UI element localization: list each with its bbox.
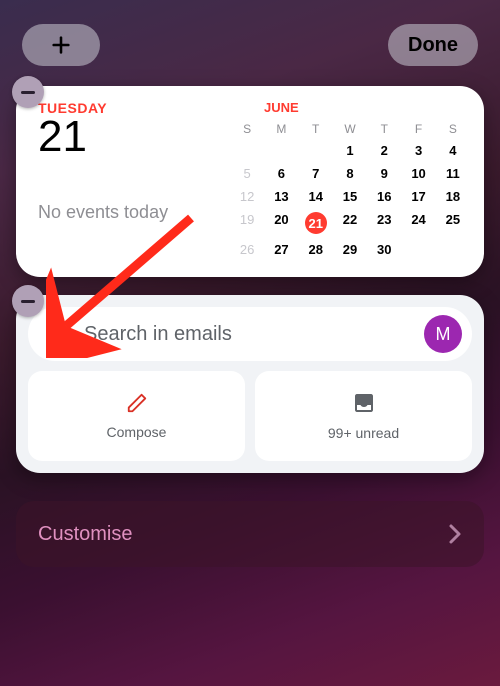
calendar-events-text: No events today [38, 202, 218, 223]
gmail-unread-tile[interactable]: 99+ unread [255, 371, 472, 461]
pencil-icon [126, 392, 148, 414]
calendar-day-cell: 6 [264, 162, 298, 185]
calendar-day-cell: 8 [333, 162, 367, 185]
calendar-weekday-head: S [436, 119, 470, 139]
calendar-day-cell: 7 [299, 162, 333, 185]
calendar-day-cell [401, 238, 435, 261]
calendar-month-label: JUNE [230, 100, 470, 115]
calendar-day-cell: 4 [436, 139, 470, 162]
calendar-day-cell: 20 [264, 208, 298, 238]
compose-label: Compose [107, 424, 167, 440]
calendar-day-cell: 27 [264, 238, 298, 261]
remove-calendar-widget-button[interactable] [12, 76, 44, 108]
calendar-day-cell: 21 [299, 208, 333, 238]
calendar-widget[interactable]: TUESDAY 21 No events today JUNE SMTWTFS1… [16, 86, 484, 277]
calendar-day-cell: 1 [333, 139, 367, 162]
calendar-day-number: 21 [38, 112, 218, 162]
add-widget-button[interactable] [22, 24, 100, 66]
calendar-month-grid: SMTWTFS123456789101112131415161718192021… [230, 119, 470, 261]
calendar-day-cell: 9 [367, 162, 401, 185]
calendar-day-cell: 5 [230, 162, 264, 185]
remove-gmail-widget-button[interactable] [12, 285, 44, 317]
gmail-widget[interactable]: Search in emails M Compose 99+ unread [16, 295, 484, 473]
calendar-day-cell: 30 [367, 238, 401, 261]
calendar-day-cell [264, 139, 298, 162]
gmail-logo-icon [44, 323, 72, 345]
inbox-icon [352, 391, 376, 415]
calendar-day-cell: 3 [401, 139, 435, 162]
calendar-weekday-head: T [367, 119, 401, 139]
customise-button[interactable]: Customise [16, 501, 484, 567]
calendar-weekday-head: M [264, 119, 298, 139]
account-avatar[interactable]: M [424, 315, 462, 353]
gmail-compose-tile[interactable]: Compose [28, 371, 245, 461]
customise-label: Customise [38, 523, 132, 546]
calendar-weekday-head: W [333, 119, 367, 139]
calendar-weekday-head: F [401, 119, 435, 139]
calendar-day-cell [436, 238, 470, 261]
calendar-day-cell: 29 [333, 238, 367, 261]
gmail-search-bar[interactable]: Search in emails M [28, 307, 472, 361]
calendar-weekday-head: T [299, 119, 333, 139]
calendar-day-cell: 16 [367, 185, 401, 208]
calendar-weekday-head: S [230, 119, 264, 139]
done-button[interactable]: Done [388, 24, 478, 66]
calendar-day-cell: 18 [436, 185, 470, 208]
calendar-day-cell: 23 [367, 208, 401, 238]
calendar-day-cell [299, 139, 333, 162]
calendar-day-cell: 24 [401, 208, 435, 238]
plus-icon [50, 34, 72, 56]
calendar-day-cell: 13 [264, 185, 298, 208]
calendar-day-cell [230, 139, 264, 162]
calendar-day-cell: 12 [230, 185, 264, 208]
calendar-day-cell: 19 [230, 208, 264, 238]
chevron-right-icon [448, 523, 462, 545]
calendar-day-cell: 22 [333, 208, 367, 238]
calendar-day-cell: 11 [436, 162, 470, 185]
calendar-day-cell: 28 [299, 238, 333, 261]
calendar-day-cell: 14 [299, 185, 333, 208]
calendar-day-cell: 15 [333, 185, 367, 208]
calendar-day-cell: 10 [401, 162, 435, 185]
calendar-day-cell: 17 [401, 185, 435, 208]
unread-label: 99+ unread [328, 425, 399, 441]
calendar-day-cell: 2 [367, 139, 401, 162]
calendar-day-cell: 25 [436, 208, 470, 238]
calendar-day-cell: 26 [230, 238, 264, 261]
gmail-search-placeholder: Search in emails [84, 323, 412, 346]
